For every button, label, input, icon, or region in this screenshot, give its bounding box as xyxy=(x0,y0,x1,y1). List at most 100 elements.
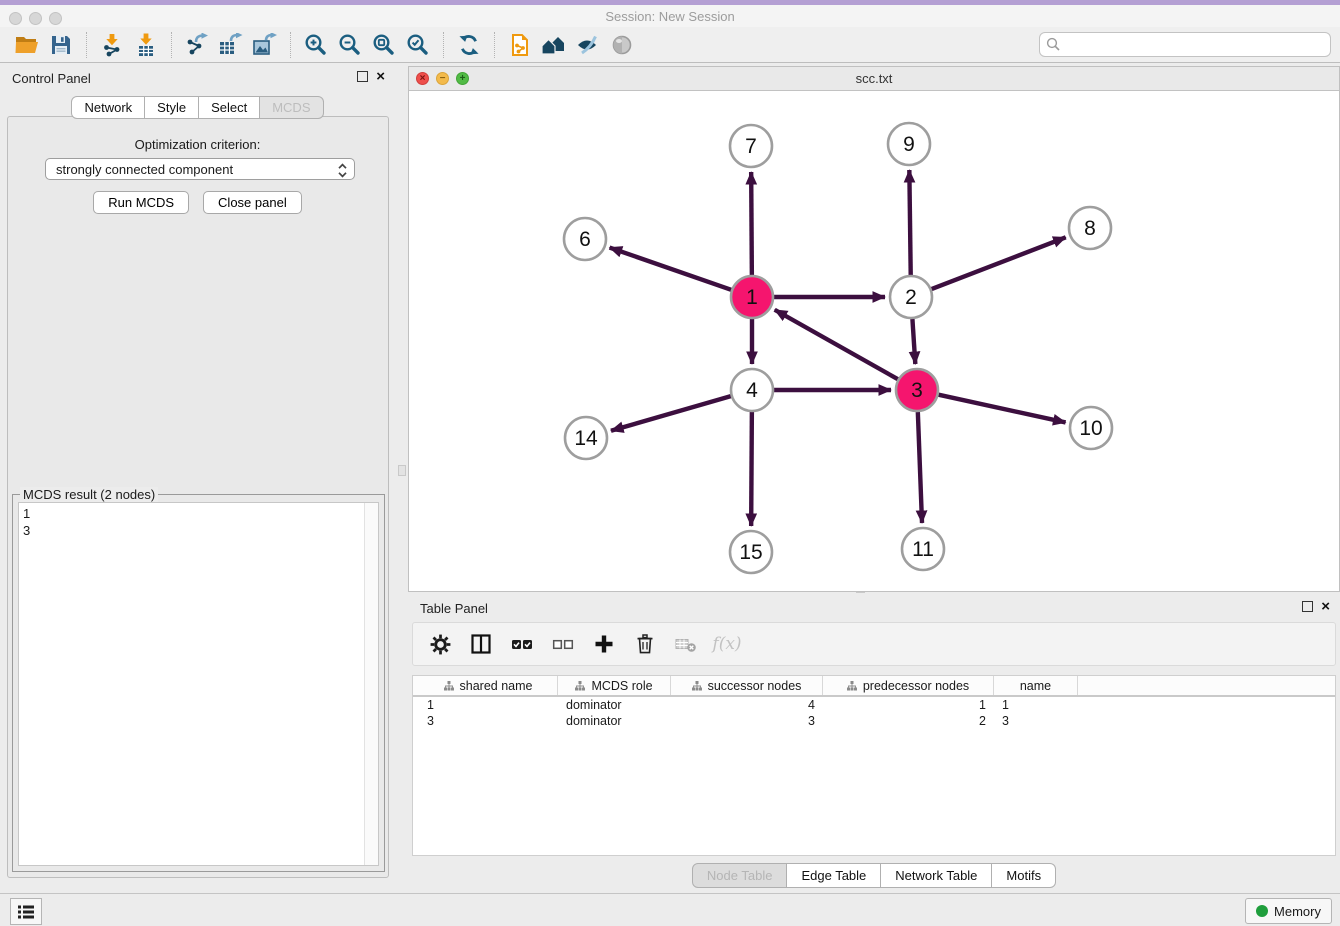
import-network-icon[interactable] xyxy=(95,30,129,60)
column-header-successor-nodes[interactable]: successor nodes xyxy=(671,676,823,695)
node-11[interactable]: 11 xyxy=(902,528,944,570)
svg-text:10: 10 xyxy=(1079,417,1102,440)
cell-predecessor_nodes[interactable]: 2 xyxy=(823,714,994,728)
node-9[interactable]: 9 xyxy=(888,123,930,165)
toolbar-separator xyxy=(290,32,291,58)
select-all-icon[interactable] xyxy=(509,631,535,657)
result-item: 3 xyxy=(23,522,30,539)
cell-name[interactable]: 1 xyxy=(994,698,1078,712)
tab-mcds[interactable]: MCDS xyxy=(260,96,323,119)
run-mcds-button[interactable]: Run MCDS xyxy=(93,191,189,214)
cell-name[interactable]: 3 xyxy=(994,714,1078,728)
clone-network-icon[interactable] xyxy=(503,30,537,60)
network-canvas[interactable]: 1 2 3 4 6 7 8 9 10 11 14 15 xyxy=(409,90,1339,591)
export-image-icon[interactable] xyxy=(248,30,282,60)
edge-3-10[interactable] xyxy=(938,395,1065,423)
table-panel-title: Table Panel xyxy=(420,601,488,616)
node-3[interactable]: 3 xyxy=(896,369,938,411)
column-header-name[interactable]: name xyxy=(994,676,1078,695)
edge-4-14[interactable] xyxy=(611,396,731,431)
cell-shared_name[interactable]: 3 xyxy=(419,714,558,728)
result-scrollbar[interactable] xyxy=(364,503,378,865)
close-panel-button[interactable]: Close panel xyxy=(203,191,302,214)
control-panel-title: Control Panel xyxy=(12,71,91,86)
node-7[interactable]: 7 xyxy=(730,125,772,167)
tab-style[interactable]: Style xyxy=(145,96,199,119)
criterion-dropdown[interactable]: strongly connected component xyxy=(45,158,355,180)
tab-node-table[interactable]: Node Table xyxy=(692,863,788,888)
node-2[interactable]: 2 xyxy=(890,276,932,318)
edge-3-11[interactable] xyxy=(918,412,922,523)
deselect-all-icon[interactable] xyxy=(550,631,576,657)
delete-table-icon[interactable] xyxy=(673,631,699,657)
node-10[interactable]: 10 xyxy=(1070,407,1112,449)
save-session-icon[interactable] xyxy=(44,30,78,60)
node-8[interactable]: 8 xyxy=(1069,207,1111,249)
svg-text:2: 2 xyxy=(905,286,917,309)
gear-icon[interactable] xyxy=(427,631,453,657)
cell-successor_nodes[interactable]: 4 xyxy=(671,698,823,712)
column-icon[interactable] xyxy=(468,631,494,657)
app-titlebar: Session: New Session xyxy=(0,5,1340,27)
tab-motifs[interactable]: Motifs xyxy=(992,863,1056,888)
tab-select[interactable]: Select xyxy=(199,96,260,119)
table-row[interactable]: 1dominator411 xyxy=(413,697,1335,713)
network-window-title: scc.txt xyxy=(409,71,1339,86)
node-15[interactable]: 15 xyxy=(730,531,772,573)
export-network-icon[interactable] xyxy=(180,30,214,60)
tab-network[interactable]: Network xyxy=(71,96,145,119)
zoom-fit-icon[interactable] xyxy=(367,30,401,60)
close-table-panel-icon[interactable]: × xyxy=(1321,601,1330,612)
toolbar-separator xyxy=(171,32,172,58)
show-style-icon[interactable] xyxy=(571,30,605,60)
float-panel-icon[interactable] xyxy=(357,71,368,82)
edge-1-6[interactable] xyxy=(610,248,732,290)
column-header-shared-name[interactable]: shared name xyxy=(419,676,558,695)
node-6[interactable]: 6 xyxy=(564,218,606,260)
edge-4-15[interactable] xyxy=(751,412,752,526)
zoom-in-icon[interactable] xyxy=(299,30,333,60)
edge-2-3[interactable] xyxy=(912,319,915,364)
memory-button[interactable]: Memory xyxy=(1245,898,1332,924)
optimization-criterion-label: Optimization criterion: xyxy=(0,137,395,152)
dropdown-stepper-icon xyxy=(336,162,349,179)
edge-2-9[interactable] xyxy=(909,170,910,275)
open-session-icon[interactable] xyxy=(10,30,44,60)
delete-icon[interactable] xyxy=(632,631,658,657)
mcds-result-list[interactable]: 13 xyxy=(18,502,379,866)
node-4[interactable]: 4 xyxy=(731,369,773,411)
svg-text:4: 4 xyxy=(746,379,758,402)
column-header-mcds-role[interactable]: MCDS role xyxy=(558,676,671,695)
edge-1-7[interactable] xyxy=(751,172,752,275)
zoom-selected-icon[interactable] xyxy=(401,30,435,60)
cell-mcds_role[interactable]: dominator xyxy=(558,698,671,712)
refresh-layout-icon[interactable] xyxy=(452,30,486,60)
task-history-button[interactable] xyxy=(10,898,42,925)
cell-successor_nodes[interactable]: 3 xyxy=(671,714,823,728)
search-input[interactable] xyxy=(1064,34,1326,55)
tab-network-table[interactable]: Network Table xyxy=(881,863,992,888)
tab-edge-table[interactable]: Edge Table xyxy=(787,863,881,888)
export-table-icon[interactable] xyxy=(214,30,248,60)
preview-disabled-icon[interactable] xyxy=(605,30,639,60)
close-panel-icon[interactable]: × xyxy=(376,71,385,82)
node-14[interactable]: 14 xyxy=(565,417,607,459)
node-1[interactable]: 1 xyxy=(731,276,773,318)
add-icon[interactable] xyxy=(591,631,617,657)
zoom-out-icon[interactable] xyxy=(333,30,367,60)
float-table-panel-icon[interactable] xyxy=(1302,601,1313,612)
cell-mcds_role[interactable]: dominator xyxy=(558,714,671,728)
function-builder-icon[interactable]: f(x) xyxy=(714,631,740,657)
control-panel-tabs: NetworkStyleSelectMCDS xyxy=(0,96,395,119)
table-body: 1dominator4113dominator323 xyxy=(413,697,1335,729)
table-row[interactable]: 3dominator323 xyxy=(413,713,1335,729)
cell-predecessor_nodes[interactable]: 1 xyxy=(823,698,994,712)
column-header-predecessor-nodes[interactable]: predecessor nodes xyxy=(823,676,994,695)
import-table-icon[interactable] xyxy=(129,30,163,60)
edge-2-8[interactable] xyxy=(932,237,1066,289)
vertical-divider-grip[interactable] xyxy=(398,465,406,476)
home-view-icon[interactable] xyxy=(537,30,571,60)
mcds-result-title: MCDS result (2 nodes) xyxy=(20,487,158,502)
cell-shared_name[interactable]: 1 xyxy=(419,698,558,712)
edge-3-1[interactable] xyxy=(775,310,898,379)
